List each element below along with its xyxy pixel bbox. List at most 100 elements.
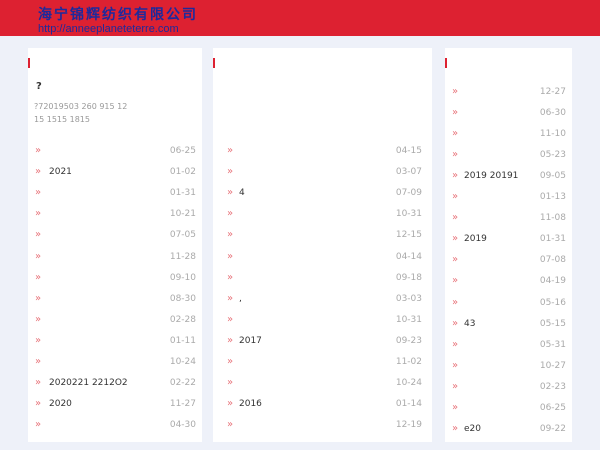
- list-item[interactable]: » 04-14: [227, 250, 422, 264]
- list-item-title[interactable]: 43: [464, 317, 475, 331]
- list-item[interactable]: » 10-24: [227, 376, 422, 390]
- list-item-title[interactable]: e20: [464, 422, 481, 436]
- list-item[interactable]: », 03-03: [227, 292, 422, 306]
- double-chevron-right-icon: »: [452, 107, 459, 119]
- list-item-date: 01-02: [169, 167, 196, 178]
- list-item[interactable]: » 05-23: [452, 148, 566, 162]
- double-chevron-right-icon: »: [227, 229, 234, 241]
- list-item-title[interactable]: 2019 20191: [464, 169, 518, 183]
- list-item[interactable]: » 01-31: [35, 186, 196, 200]
- list-item[interactable]: » 02-28: [35, 313, 196, 327]
- section-marker: [28, 58, 30, 68]
- list-item-date: 09-23: [395, 335, 422, 346]
- list-item[interactable]: » 05-31: [452, 338, 566, 352]
- list-item[interactable]: » 09-18: [227, 271, 422, 285]
- double-chevron-right-icon: »: [452, 380, 459, 392]
- double-chevron-right-icon: »: [35, 187, 42, 199]
- list-item[interactable]: » 09-10: [35, 271, 196, 285]
- list-item[interactable]: » 11-08: [452, 211, 566, 225]
- list-item[interactable]: » 11-02: [227, 355, 422, 369]
- list-item-date: 05-15: [539, 318, 566, 329]
- list-item[interactable]: » 2020 11-27: [35, 397, 196, 411]
- list-item[interactable]: » 05-16: [452, 296, 566, 310]
- article-meta-line: ?72019503 260 915 12: [34, 102, 128, 111]
- list-item-date: 12-15: [395, 230, 422, 241]
- list-item[interactable]: » 04-15: [227, 144, 422, 158]
- double-chevron-right-icon: »: [452, 317, 459, 329]
- double-chevron-right-icon: »: [227, 145, 234, 156]
- list-item-date: 10-21: [169, 209, 196, 220]
- list-item[interactable]: » 10-31: [227, 207, 422, 221]
- list-item-date: 02-22: [169, 378, 196, 389]
- double-chevron-right-icon: »: [35, 377, 42, 389]
- list-item[interactable]: » 07-08: [452, 253, 566, 267]
- list-item-date: 11-27: [169, 399, 196, 410]
- list-item-date: 10-27: [539, 360, 566, 371]
- list-item[interactable]: » 2016 01-14: [227, 397, 422, 411]
- list-item[interactable]: » 11-28: [35, 250, 196, 264]
- list-item-title[interactable]: 2020221 2212O2: [49, 376, 128, 390]
- double-chevron-right-icon: »: [35, 356, 42, 367]
- list-item[interactable]: » 43 05-15: [452, 317, 566, 331]
- list-item[interactable]: » 10-27: [452, 359, 566, 373]
- list-item-title[interactable]: 2016: [239, 397, 262, 411]
- list-item-title[interactable]: 2017: [239, 334, 262, 348]
- list-item[interactable]: » 10-31: [227, 313, 422, 327]
- article-meta-line: 15 1515 1815: [34, 115, 90, 124]
- double-chevron-right-icon: »: [227, 334, 234, 346]
- list-item[interactable]: » 12-15: [227, 228, 422, 242]
- list-item-title[interactable]: 2019: [464, 232, 487, 246]
- double-chevron-right-icon: »: [452, 275, 459, 287]
- list-item-date: 03-07: [395, 167, 422, 178]
- list-item[interactable]: » 2020221 2212O2 02-22: [35, 376, 196, 390]
- list-item[interactable]: » 12-19: [227, 418, 422, 432]
- list-item[interactable]: » 2019 01-31: [452, 232, 566, 246]
- double-chevron-right-icon: »: [35, 166, 42, 178]
- double-chevron-right-icon: »: [452, 170, 459, 182]
- list-item[interactable]: » 04-19: [452, 274, 566, 288]
- list-item[interactable]: » 06-30: [452, 106, 566, 120]
- list-item-date: 01-14: [395, 399, 422, 410]
- list-item[interactable]: » 07-05: [35, 228, 196, 242]
- list-item[interactable]: » 4 07-09: [227, 186, 422, 200]
- list-item[interactable]: » 04-30: [35, 418, 196, 432]
- list-item[interactable]: » 2017 09-23: [227, 334, 422, 348]
- double-chevron-right-icon: »: [452, 149, 459, 161]
- list-item[interactable]: » 10-21: [35, 207, 196, 221]
- list-item[interactable]: » 10-24: [35, 355, 196, 369]
- list-item-date: 10-24: [169, 357, 196, 367]
- list-item-date: 01-31: [539, 234, 566, 245]
- list-item[interactable]: » 06-25: [452, 401, 566, 415]
- list-item[interactable]: » 08-30: [35, 292, 196, 306]
- double-chevron-right-icon: »: [35, 208, 42, 220]
- list-item-date: 05-16: [539, 297, 566, 308]
- article-title[interactable]: ?: [36, 81, 42, 93]
- list-item-date: 07-05: [169, 230, 196, 241]
- list-item[interactable]: » 2021 01-02: [35, 165, 196, 179]
- list-item-title[interactable]: 2021: [49, 165, 72, 179]
- list-item-date: 05-23: [539, 150, 566, 161]
- list-item[interactable]: » 01-13: [452, 190, 566, 204]
- list-item-date: 11-10: [539, 129, 566, 140]
- list-item[interactable]: » 11-10: [452, 127, 566, 141]
- list-item-title[interactable]: ,: [239, 292, 242, 306]
- double-chevron-right-icon: »: [227, 271, 234, 283]
- site-name[interactable]: 海宁锦辉纺织有限公司: [38, 7, 198, 23]
- list-item[interactable]: » 12-27: [452, 85, 566, 99]
- list-item[interactable]: » 03-07: [227, 165, 422, 179]
- list-item-title[interactable]: 2020: [49, 397, 72, 411]
- list-item[interactable]: » 2019 20191 09-05: [452, 169, 566, 183]
- double-chevron-right-icon: »: [35, 292, 42, 304]
- list-item-date: 07-09: [395, 188, 422, 199]
- list-item-date: 08-30: [169, 293, 196, 304]
- list-item[interactable]: » 02-23: [452, 380, 566, 394]
- double-chevron-right-icon: »: [35, 271, 42, 283]
- list-item-title[interactable]: 4: [239, 186, 245, 200]
- list-item[interactable]: » e20 09-22: [452, 422, 566, 436]
- double-chevron-right-icon: »: [452, 338, 459, 350]
- list-item[interactable]: » 01-11: [35, 334, 196, 348]
- double-chevron-right-icon: »: [452, 191, 459, 203]
- site-url-link[interactable]: http://anneeplaneteterre.com: [38, 23, 179, 35]
- list-item[interactable]: » 06-25: [35, 144, 196, 158]
- double-chevron-right-icon: »: [35, 250, 42, 262]
